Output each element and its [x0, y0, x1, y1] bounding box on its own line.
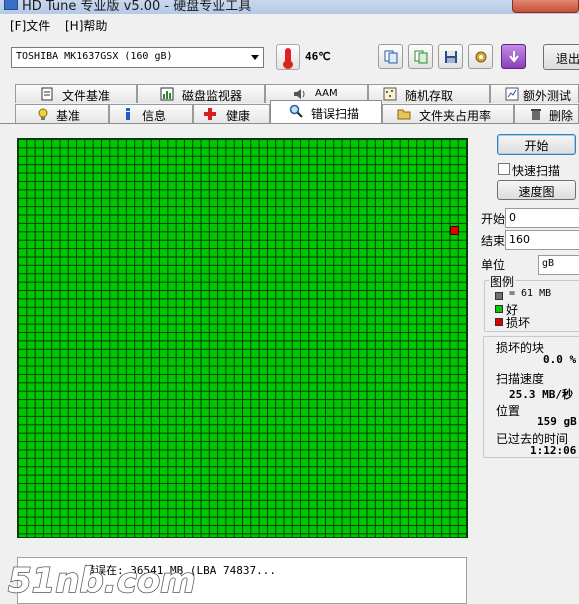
- title-bar: HD Tune 专业版 v5.00 - 硬盘专业工具: [0, 0, 579, 14]
- info-icon: [126, 108, 130, 120]
- scan-speed-label: 扫描速度: [496, 372, 545, 386]
- tab-erase[interactable]: 删除: [514, 104, 579, 123]
- tab-info[interactable]: 信息: [109, 104, 193, 123]
- unit-select[interactable]: gB: [538, 255, 579, 275]
- thermometer-icon: [276, 44, 300, 70]
- end-field[interactable]: 160: [505, 230, 579, 250]
- copy-screenshot-button[interactable]: [408, 44, 433, 69]
- copy-info-button[interactable]: [378, 44, 403, 69]
- extra-tests-icon: [505, 87, 519, 101]
- legend-block-size: = 61 MB: [509, 288, 552, 299]
- drive-select-value: TOSHIBA MK1637GSX (160 gB): [16, 51, 173, 62]
- floppy-disk-icon: [445, 51, 457, 63]
- quick-scan-label: 快速扫描: [512, 164, 561, 178]
- damaged-blocks-label: 损坏的块: [496, 341, 545, 355]
- start-button[interactable]: 开始: [497, 134, 576, 155]
- copy-icon: [384, 50, 398, 64]
- start-field-label: 开始: [481, 212, 506, 226]
- tab-random-access[interactable]: 随机存取: [368, 84, 490, 103]
- lightbulb-icon: [38, 108, 48, 120]
- save-button[interactable]: [438, 44, 463, 69]
- quick-scan-checkbox[interactable]: [498, 163, 510, 175]
- scan-block-map: [17, 138, 468, 538]
- tab-disk-monitor[interactable]: 磁盘监视器: [137, 84, 265, 103]
- close-button[interactable]: [512, 0, 579, 13]
- tab-folder-usage[interactable]: 文件夹占用率: [382, 104, 514, 123]
- temperature-readout: 46℃: [305, 50, 331, 63]
- legend-bad: 损坏: [506, 316, 531, 330]
- unit-label: 单位: [481, 258, 506, 272]
- arrow-down-icon: [509, 51, 519, 63]
- tab-benchmark[interactable]: 基准: [15, 104, 109, 123]
- menu-file[interactable]: [F]文件: [10, 17, 50, 34]
- elapsed-time-value: 1:12:06: [530, 444, 577, 457]
- menu-help[interactable]: [H]帮助: [65, 17, 107, 34]
- speed-map-button[interactable]: 速度图: [497, 180, 576, 200]
- download-button[interactable]: [501, 44, 526, 69]
- damaged-block: [450, 226, 459, 235]
- folder-icon: [397, 109, 411, 120]
- scan-speed-value: 25.3 MB/秒: [509, 388, 573, 401]
- position-label: 位置: [496, 404, 521, 418]
- good-swatch: [495, 305, 503, 313]
- options-button[interactable]: [468, 44, 493, 69]
- copy-screen-icon: [414, 50, 428, 64]
- drive-select[interactable]: TOSHIBA MK1637GSX (160 gB): [11, 47, 264, 68]
- tab-extra-tests[interactable]: 额外测试: [490, 84, 579, 103]
- exit-button[interactable]: 退出: [543, 44, 579, 70]
- speaker-icon: [294, 89, 305, 99]
- health-cross-icon: [204, 108, 216, 120]
- tab-panel-border: [0, 123, 579, 124]
- app-icon: [4, 0, 18, 10]
- window-title: HD Tune 专业版 v5.00 - 硬盘专业工具: [22, 0, 252, 14]
- chevron-down-icon: [251, 55, 259, 60]
- damaged-blocks-value: 0.0 %: [543, 353, 577, 366]
- tools-icon: [475, 51, 487, 63]
- block-swatch: [495, 292, 503, 300]
- tab-health[interactable]: 健康: [193, 104, 270, 123]
- end-field-label: 结束: [481, 234, 506, 248]
- trash-icon: [531, 109, 541, 120]
- file-benchmark-icon: [41, 87, 53, 101]
- bad-swatch: [495, 318, 503, 326]
- monitor-chart-icon: [160, 87, 174, 101]
- magnifier-icon: [289, 104, 303, 118]
- tab-error-scan[interactable]: 错误扫描: [270, 100, 382, 123]
- watermark-text: 51nb.com: [8, 561, 196, 601]
- position-value: 159 gB: [537, 415, 577, 428]
- start-field[interactable]: 0: [505, 208, 579, 228]
- random-access-icon: [383, 87, 397, 101]
- watermark-logo: 51nb.com: [7, 560, 196, 602]
- tab-file-benchmark[interactable]: 文件基准: [15, 84, 137, 103]
